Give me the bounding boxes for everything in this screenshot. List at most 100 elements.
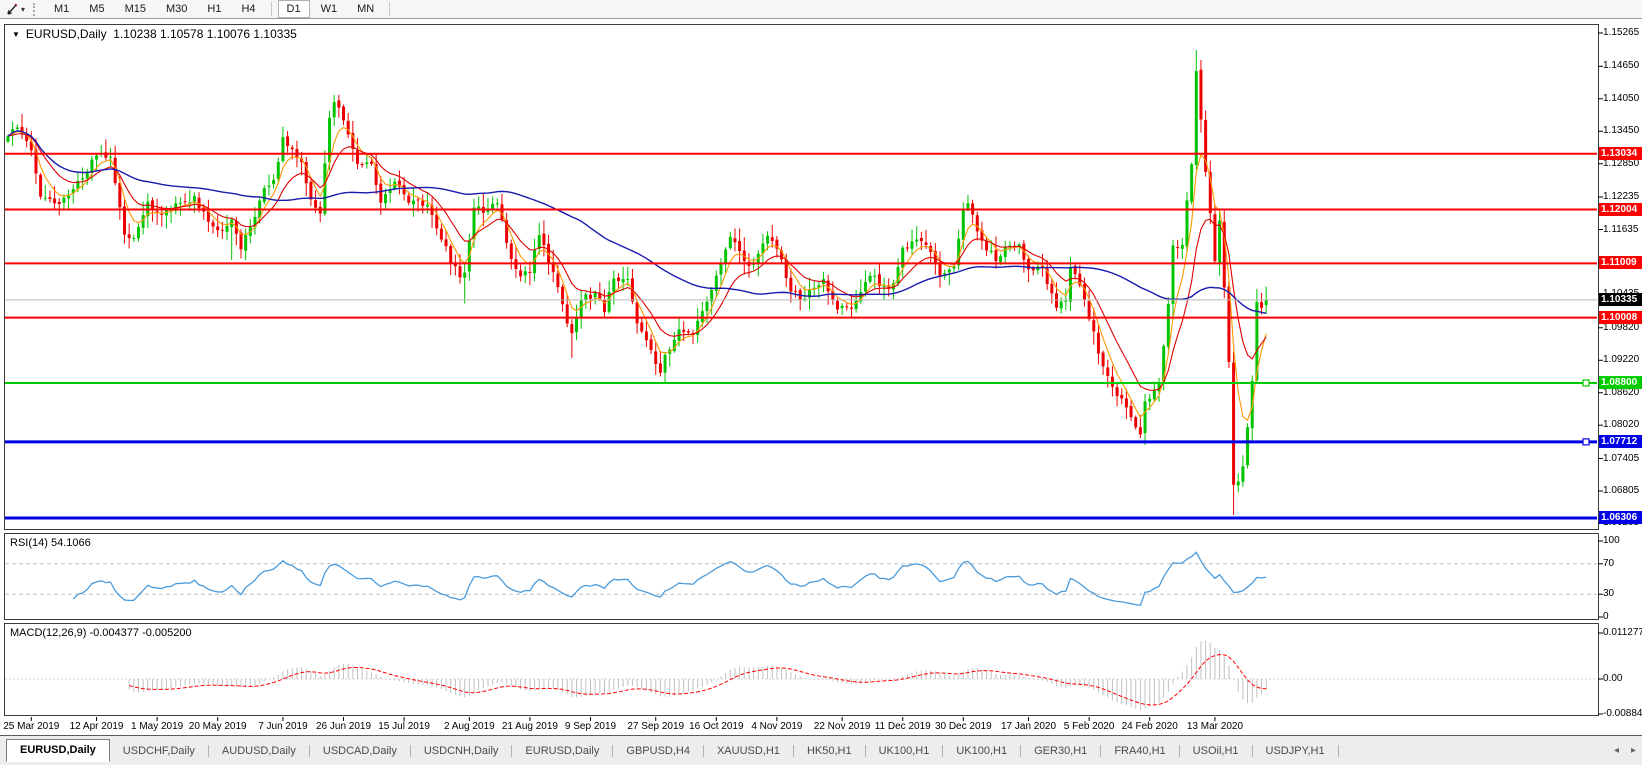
- price-level-badge: 1.11009: [1599, 256, 1642, 269]
- chart-tab-10-uk100-h1[interactable]: UK100,H1: [943, 741, 1020, 761]
- timeframe-button-w1[interactable]: W1: [312, 0, 347, 18]
- chart-tab-0-eurusd-daily[interactable]: EURUSD,Daily: [6, 739, 110, 762]
- chart-tab-7-xauusd-h1[interactable]: XAUUSD,H1: [704, 741, 793, 761]
- chart-tab-11-ger30-h1[interactable]: GER30,H1: [1021, 741, 1100, 761]
- tab-separator: [1338, 745, 1339, 757]
- timeframe-button-h1[interactable]: H1: [198, 0, 230, 18]
- hline-handle[interactable]: [1583, 380, 1589, 386]
- chart-tab-5-eurusd-daily[interactable]: EURUSD,Daily: [512, 741, 612, 761]
- toolbar-grip-handle[interactable]: [33, 3, 38, 16]
- timeframe-button-mn[interactable]: MN: [348, 0, 383, 18]
- price-level-badge: 1.08800: [1599, 376, 1642, 389]
- candle-down: [654, 351, 657, 364]
- tab-scroll-left-icon[interactable]: ◂: [1614, 745, 1619, 756]
- date-axis-label: 12 Apr 2019: [70, 721, 124, 732]
- candle-up: [1144, 401, 1147, 433]
- candle-down: [519, 270, 522, 276]
- candle-up: [873, 276, 876, 277]
- candle-up: [1153, 390, 1156, 400]
- rsi-panel[interactable]: [5, 534, 1599, 620]
- timeframe-button-m1[interactable]: M1: [45, 0, 78, 18]
- macd-axis-label: 0.00: [1603, 673, 1622, 684]
- date-axis-label: 16 Oct 2019: [689, 721, 743, 732]
- candle-up: [81, 178, 84, 179]
- candle-down: [920, 238, 923, 241]
- candle-up: [477, 207, 480, 209]
- candle-down: [221, 230, 224, 231]
- candle-up: [244, 235, 247, 251]
- macd-panel[interactable]: [5, 624, 1599, 716]
- chart-title-ohlc: 1.10238 1.10578 1.10076 1.10335: [113, 27, 297, 41]
- price-level-badge: 1.12004: [1599, 203, 1642, 216]
- timeframe-button-d1[interactable]: D1: [278, 0, 310, 18]
- candle-up: [137, 227, 140, 238]
- candle-up: [1246, 427, 1249, 465]
- tab-scroll-right-icon[interactable]: ▸: [1631, 745, 1636, 756]
- date-axis-label: 25 Mar 2019: [3, 721, 59, 732]
- candle-up: [132, 238, 135, 239]
- crosshair-cursor-icon[interactable]: [4, 2, 20, 17]
- chart-tab-9-uk100-h1[interactable]: UK100,H1: [866, 741, 943, 761]
- chart-tab-1-usdchf-daily[interactable]: USDCHF,Daily: [110, 741, 208, 761]
- candle-down: [976, 215, 979, 231]
- current-price-badge: 1.10335: [1599, 293, 1642, 306]
- chart-tab-13-usoil-h1[interactable]: USOil,H1: [1180, 741, 1252, 761]
- candle-up: [524, 271, 527, 275]
- chart-tab-6-gbpusd-h4[interactable]: GBPUSD,H4: [613, 741, 703, 761]
- chart-tab-12-fra40-h1[interactable]: FRA40,H1: [1101, 741, 1178, 761]
- candle-up: [948, 270, 951, 273]
- candle-up: [962, 210, 965, 240]
- candle-up: [142, 215, 145, 228]
- date-axis-label: 1 May 2019: [131, 721, 183, 732]
- main-chart-panel[interactable]: [5, 25, 1599, 530]
- candle-down: [128, 234, 131, 238]
- timeframe-button-m15[interactable]: M15: [116, 0, 155, 18]
- candle-up: [90, 160, 93, 173]
- candle-up: [584, 294, 587, 300]
- candle-down: [1199, 70, 1202, 120]
- candle-down: [566, 304, 569, 323]
- candle-down: [1120, 395, 1123, 399]
- candle-down: [342, 106, 345, 120]
- candle-up: [95, 156, 98, 160]
- candle-up: [911, 241, 914, 248]
- candle-up: [575, 317, 578, 332]
- candle-up: [594, 293, 597, 298]
- candle-down: [379, 184, 382, 203]
- date-axis-label: 9 Sep 2019: [565, 721, 616, 732]
- candle-down: [794, 291, 797, 292]
- toolbar-separator: [389, 2, 390, 16]
- chart-tabs: EURUSD,DailyUSDCHF,DailyAUDUSD,DailyUSDC…: [0, 739, 1339, 762]
- candle-up: [901, 248, 904, 268]
- symbol-dropdown-icon[interactable]: ▼: [12, 30, 20, 39]
- candle-down: [994, 250, 997, 261]
- hline-handle[interactable]: [1583, 439, 1589, 445]
- chart-tab-4-usdcnh-daily[interactable]: USDCNH,Daily: [411, 741, 512, 761]
- chart-tab-14-usdjpy-h1[interactable]: USDJPY,H1: [1253, 741, 1338, 761]
- chart-tab-bar: EURUSD,DailyUSDCHF,DailyAUDUSD,DailyUSDC…: [0, 736, 1642, 765]
- candle-up: [1064, 301, 1067, 302]
- candle-down: [836, 301, 839, 310]
- candle-up: [766, 236, 769, 244]
- price-axis-label: 1.12235: [1603, 191, 1639, 202]
- timeframe-button-m5[interactable]: M5: [80, 0, 113, 18]
- candle-down: [570, 324, 573, 333]
- candle-down: [1213, 214, 1216, 261]
- price-chart-canvas[interactable]: [0, 19, 1642, 765]
- candle-up: [1237, 482, 1240, 486]
- chart-tab-2-audusd-daily[interactable]: AUDUSD,Daily: [209, 741, 309, 761]
- candle-up: [622, 279, 625, 282]
- candle-up: [883, 286, 886, 287]
- candle-down: [356, 150, 359, 163]
- chart-tab-8-hk50-h1[interactable]: HK50,H1: [794, 741, 865, 761]
- candle-up: [267, 186, 270, 187]
- candle-up: [263, 188, 266, 202]
- chevron-down-icon[interactable]: ▾: [21, 5, 25, 14]
- timeframe-button-m30[interactable]: M30: [157, 0, 196, 18]
- candle-down: [659, 363, 662, 372]
- chart-tab-3-usdcad-daily[interactable]: USDCAD,Daily: [310, 741, 410, 761]
- candle-up: [612, 279, 615, 292]
- timeframe-button-h4[interactable]: H4: [232, 0, 264, 18]
- date-axis-label: 20 May 2019: [189, 721, 247, 732]
- candle-down: [636, 302, 639, 323]
